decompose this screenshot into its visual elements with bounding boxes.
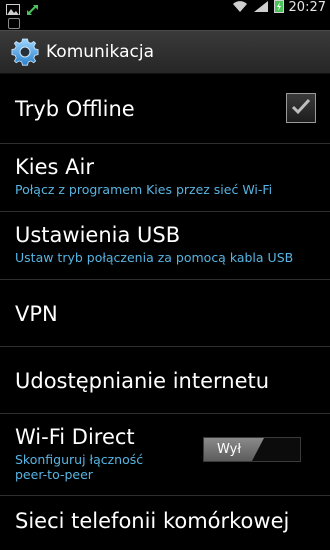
wifi-direct-toggle[interactable]: Wył: [203, 437, 301, 462]
setting-title: Sieci telefonii komórkowej: [15, 509, 290, 533]
setting-vpn[interactable]: VPN: [0, 280, 330, 347]
setting-subtitle: Ustaw tryb połączenia za pomocą kabla US…: [15, 250, 294, 265]
gear-icon: [10, 37, 40, 67]
setting-title: Udostępnianie internetu: [15, 369, 270, 393]
page-title: Komunikacja: [46, 42, 154, 62]
setting-title: Ustawienia USB: [15, 223, 181, 247]
setting-kies-air[interactable]: Kies Air Połącz z programem Kies przez s…: [0, 144, 330, 212]
status-time: 20:27: [288, 0, 326, 15]
setting-offline-mode[interactable]: Tryb Offline: [0, 74, 330, 144]
notification-strip: [0, 15, 330, 30]
offline-mode-checkbox[interactable]: [286, 93, 316, 123]
status-bar: 20:27: [0, 0, 330, 16]
notification-icon: [8, 18, 20, 29]
setting-mobile-networks[interactable]: Sieci telefonii komórkowej: [0, 496, 330, 550]
settings-list: Tryb Offline Kies Air Połącz z programem…: [0, 74, 330, 550]
setting-title: VPN: [15, 302, 58, 326]
checkmark-icon: [291, 97, 311, 119]
setting-tethering[interactable]: Udostępnianie internetu: [0, 347, 330, 414]
toggle-label: Wył: [217, 442, 242, 457]
setting-subtitle: peer-to-peer: [15, 467, 93, 482]
title-bar: Komunikacja: [0, 30, 330, 74]
setting-subtitle: Połącz z programem Kies przez sieć Wi-Fi: [15, 182, 273, 197]
setting-title: Kies Air: [15, 155, 94, 179]
setting-usb[interactable]: Ustawienia USB Ustaw tryb połączenia za …: [0, 212, 330, 280]
setting-title: Tryb Offline: [15, 97, 135, 121]
setting-wifi-direct[interactable]: Wi-Fi Direct Skonfiguruj łączność peer-t…: [0, 414, 330, 496]
